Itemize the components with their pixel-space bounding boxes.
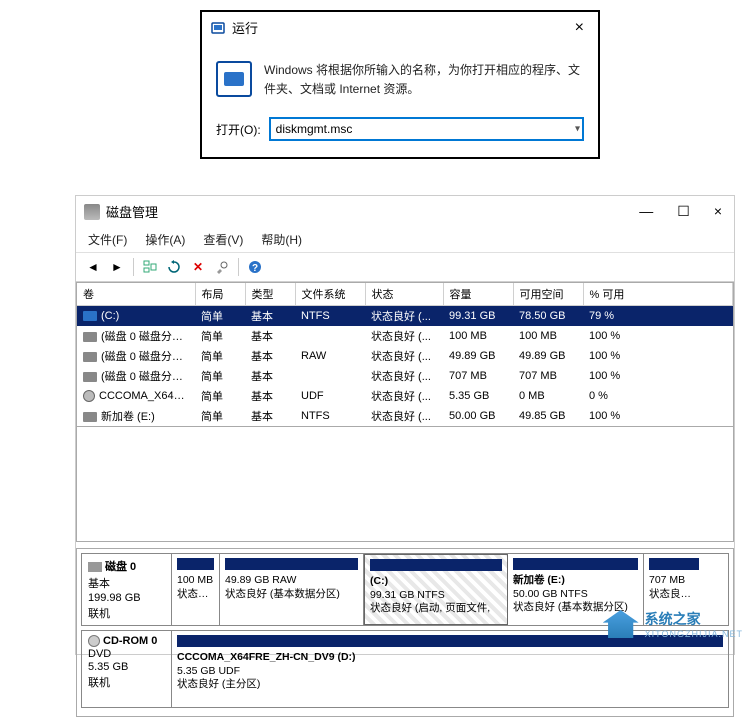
- menu-action[interactable]: 操作(A): [141, 229, 189, 250]
- table-row[interactable]: (C:)简单基本NTFS状态良好 (...99.31 GB78.50 GB79 …: [77, 306, 733, 327]
- refresh-icon[interactable]: [163, 256, 185, 278]
- menu-file[interactable]: 文件(F): [84, 229, 131, 250]
- menu-view[interactable]: 查看(V): [199, 229, 247, 250]
- minimize-icon[interactable]: —: [635, 203, 657, 220]
- disk-partition[interactable]: (C:)99.31 GB NTFS状态良好 (启动, 页面文件,: [364, 554, 508, 625]
- house-icon: [603, 610, 639, 638]
- back-icon[interactable]: ◄: [82, 256, 104, 278]
- disk-0-info: 磁盘 0 基本 199.98 GB 联机: [82, 554, 172, 625]
- menu-help[interactable]: 帮助(H): [257, 229, 306, 250]
- run-titlebar[interactable]: 运行 ×: [202, 12, 598, 43]
- col-status[interactable]: 状态: [365, 283, 443, 306]
- run-dialog: 运行 × Windows 将根据你所输入的名称，为你打开相应的程序、文件夹、文档…: [200, 10, 600, 159]
- forward-icon[interactable]: ►: [106, 256, 128, 278]
- disk-icon: [88, 562, 102, 572]
- col-pct[interactable]: % 可用: [583, 283, 733, 306]
- disk-partition[interactable]: 100 MB状态良好 (...: [172, 554, 220, 625]
- disk-partition[interactable]: 49.89 GB RAW状态良好 (基本数据分区): [220, 554, 364, 625]
- run-app-icon: [216, 61, 252, 97]
- run-description: Windows 将根据你所输入的名称，为你打开相应的程序、文件夹、文档或 Int…: [264, 61, 584, 99]
- properties-icon[interactable]: [211, 256, 233, 278]
- volume-icon: [83, 332, 97, 342]
- help-icon[interactable]: ?: [244, 256, 266, 278]
- cdrom-row[interactable]: CD-ROM 0 DVD 5.35 GB 联机 CCCOMA_X64FRE_ZH…: [81, 630, 729, 708]
- table-header[interactable]: 卷 布局 类型 文件系统 状态 容量 可用空间 % 可用: [77, 283, 733, 306]
- svg-text:?: ?: [252, 263, 258, 274]
- cd-icon: [88, 635, 100, 647]
- open-label: 打开(O):: [216, 121, 261, 138]
- table-row[interactable]: (磁盘 0 磁盘分区 6)简单基本状态良好 (...707 MB707 MB10…: [77, 366, 733, 386]
- col-volume[interactable]: 卷: [77, 283, 195, 306]
- delete-icon[interactable]: ✕: [187, 256, 209, 278]
- volume-table-blank: [76, 427, 734, 542]
- menu-bar: 文件(F) 操作(A) 查看(V) 帮助(H): [76, 227, 734, 253]
- close-icon[interactable]: ×: [569, 19, 590, 37]
- chevron-down-icon[interactable]: ▾: [575, 124, 580, 135]
- col-capacity[interactable]: 容量: [443, 283, 513, 306]
- col-type[interactable]: 类型: [245, 283, 295, 306]
- table-row[interactable]: (磁盘 0 磁盘分区 3)简单基本RAW状态良好 (...49.89 GB49.…: [77, 346, 733, 366]
- volume-table[interactable]: 卷 布局 类型 文件系统 状态 容量 可用空间 % 可用 (C:)简单基本NTF…: [76, 282, 734, 427]
- maximize-icon[interactable]: ☐: [673, 203, 694, 220]
- table-row[interactable]: (磁盘 0 磁盘分区 1)简单基本状态良好 (...100 MB100 MB10…: [77, 326, 733, 346]
- tree-icon[interactable]: [139, 256, 161, 278]
- toolbar: ◄ ► ✕ ?: [76, 253, 734, 282]
- cdrom-partition[interactable]: CCCOMA_X64FRE_ZH-CN_DV9 (D:) 5.35 GB UDF…: [172, 631, 728, 707]
- run-title-text: 运行: [232, 18, 258, 37]
- open-input[interactable]: [269, 117, 584, 141]
- run-icon: [210, 20, 226, 36]
- table-row[interactable]: CCCOMA_X64FR...简单基本UDF状态良好 (...5.35 GB0 …: [77, 386, 733, 406]
- volume-icon: [83, 372, 97, 382]
- volume-icon: [83, 311, 97, 321]
- dm-icon: [84, 204, 100, 220]
- cdrom-info: CD-ROM 0 DVD 5.35 GB 联机: [82, 631, 172, 707]
- volume-icon: [83, 412, 97, 422]
- dm-title-text: 磁盘管理: [106, 202, 158, 221]
- watermark: 系统之家 XITONGZHIJIA.NET: [603, 609, 743, 639]
- col-free[interactable]: 可用空间: [513, 283, 583, 306]
- dm-titlebar[interactable]: 磁盘管理 — ☐ ×: [76, 196, 734, 227]
- close-icon[interactable]: ×: [710, 203, 726, 220]
- disk-management-window: 磁盘管理 — ☐ × 文件(F) 操作(A) 查看(V) 帮助(H) ◄ ► ✕…: [75, 195, 735, 655]
- col-fs[interactable]: 文件系统: [295, 283, 365, 306]
- volume-icon: [83, 390, 95, 402]
- table-row[interactable]: 新加卷 (E:)简单基本NTFS状态良好 (...50.00 GB49.85 G…: [77, 406, 733, 426]
- col-layout[interactable]: 布局: [195, 283, 245, 306]
- volume-icon: [83, 352, 97, 362]
